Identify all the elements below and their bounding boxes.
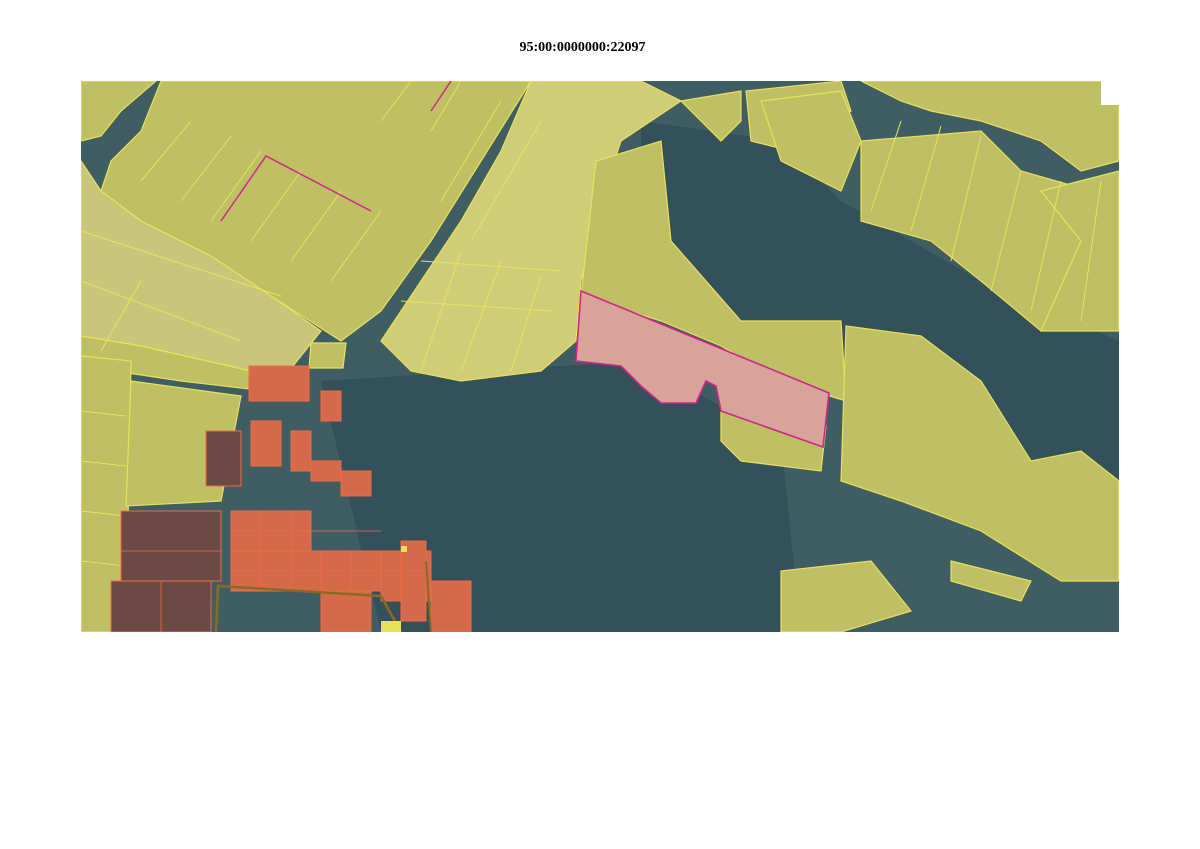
marker — [381, 621, 401, 632]
settlement-parcel — [310, 460, 342, 482]
dark-parcel — [120, 510, 222, 582]
map-canvas — [81, 81, 1119, 632]
settlement-parcel — [430, 580, 472, 632]
map-view[interactable] — [81, 81, 1119, 632]
settlement-parcel — [320, 590, 372, 632]
settlement-parcel — [320, 390, 342, 422]
marker — [401, 546, 407, 552]
settlement-parcel — [400, 540, 427, 622]
settlement-parcel — [290, 430, 312, 472]
field-parcel — [308, 342, 347, 369]
dark-parcel — [205, 430, 242, 487]
map-corner-overlay — [1101, 81, 1119, 105]
settlement-parcel — [340, 470, 372, 497]
cadastral-number-title: 95:00:0000000:22097 — [519, 40, 646, 55]
settlement-parcel — [248, 365, 310, 402]
settlement-parcel — [250, 420, 282, 467]
